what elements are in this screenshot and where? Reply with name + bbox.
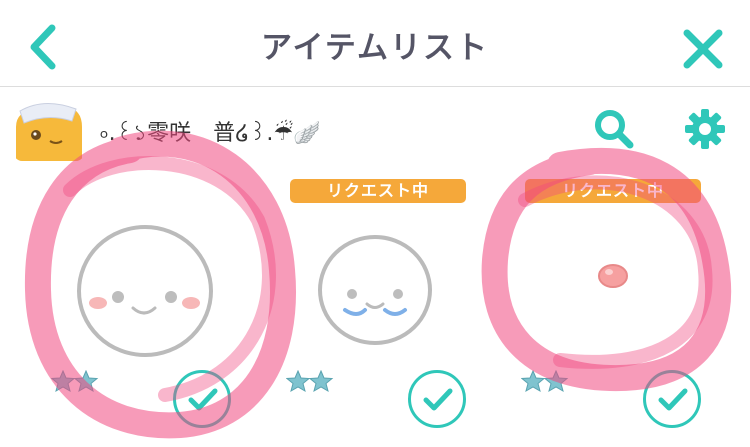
check-icon [658,388,688,411]
nose-icon [598,264,628,288]
item-card[interactable] [50,175,245,440]
search-icon [595,110,634,149]
close-icon [683,29,723,69]
request-badge: リクエスト中 [290,179,466,203]
star-icon [285,369,334,393]
header-bar: アイテムリスト [0,0,750,87]
select-check-button[interactable] [643,370,701,428]
blush-face-icon [318,235,432,345]
gear-icon [685,109,725,149]
star-icon [50,369,99,393]
select-check-button[interactable] [173,370,231,428]
close-button[interactable] [680,26,726,72]
item-card[interactable]: リクエスト中 [285,175,480,440]
mascot-avatar-icon[interactable] [14,101,84,161]
item-card[interactable]: リクエスト中 [520,175,715,440]
rating-stars [520,369,581,394]
request-badge: リクエスト中 [525,179,701,203]
plain-face-icon [77,225,213,357]
user-row: ৹.꒰১零咲 普໒꒱.☔🪽 [0,95,750,165]
user-name: ৹.꒰১零咲 普໒꒱.☔🪽 [100,121,321,146]
search-button[interactable] [592,107,636,151]
star-icon [520,369,569,393]
page-title: アイテムリスト [261,30,489,66]
rating-stars [285,369,346,394]
rating-stars [50,369,111,394]
settings-button[interactable] [683,107,727,151]
check-icon [423,388,453,411]
select-check-button[interactable] [408,370,466,428]
check-icon [188,388,218,411]
